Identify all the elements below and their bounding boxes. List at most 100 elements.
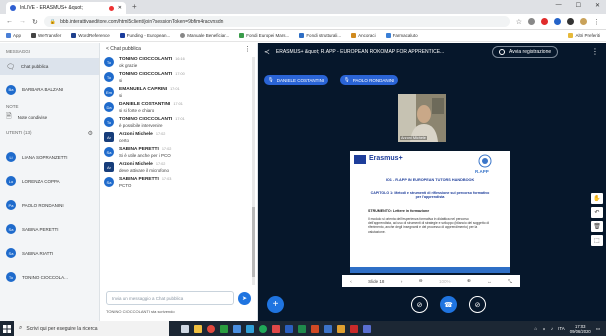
app-icon[interactable] [233,324,241,333]
start-button[interactable] [0,321,14,336]
delete-annotations-icon[interactable]: 🗑 [591,221,603,232]
back-icon[interactable]: ← [6,18,13,25]
volume-icon[interactable]: ♪ [551,326,553,331]
user-list-item[interactable]: Pa PAOLO RONDANINI [0,193,99,217]
hand-tool-icon[interactable]: ✋ [591,193,603,204]
notifications-icon[interactable]: ▭ [596,326,600,332]
scrollbar-thumb[interactable] [252,207,255,277]
user-list-item[interactable]: Sa SABINA PERETTI [0,217,99,241]
message-text: si [119,78,123,83]
app-icon[interactable] [259,324,267,333]
reload-icon[interactable]: ↻ [32,18,38,26]
user-list-item[interactable]: Sa SABINA RIATTI [0,241,99,265]
network-icon[interactable]: ⌅ [542,326,546,332]
clock[interactable]: 17:03 09/06/2020 [570,324,591,334]
people-icon[interactable]: ⌂ [534,326,537,331]
bookmark-item[interactable]: Manuale Beneficiar... [180,33,229,38]
next-slide-icon[interactable]: › [401,279,403,284]
leave-audio-button[interactable]: ☎ [440,296,457,313]
bookmark-item[interactable]: Ancoraci [351,33,376,38]
message-time: 17:03 [161,177,172,181]
chrome-icon[interactable] [207,324,215,333]
forward-icon[interactable]: → [19,18,26,25]
language-indicator[interactable]: ITA [558,326,565,331]
message-text: PCTO [119,183,132,188]
shared-notes-item[interactable]: 🗎 Note condivise [0,109,99,126]
previous-slide-icon[interactable]: ‹ [350,279,352,284]
message-text: Si è utile anche per i PCO [119,153,171,158]
public-chat-item[interactable]: 🗨 Chat pubblica [0,58,99,75]
extension-shield-icon[interactable] [528,18,535,25]
app-icon[interactable] [363,324,371,333]
fit-width-icon[interactable]: ↔ [487,279,492,284]
file-explorer-icon[interactable] [194,324,202,333]
users-toggle-icon[interactable]: ≺ [264,48,270,56]
app-icon[interactable] [337,324,345,333]
fullscreen-icon[interactable]: ⤡ [508,279,512,284]
message-time: 17:02 [155,162,166,166]
share-webcam-button[interactable]: ⊘ [469,296,486,313]
bookmark-star-icon[interactable]: ☆ [516,18,522,26]
send-message-button[interactable]: ➤ [238,292,251,305]
task-view-icon[interactable] [181,324,189,333]
bookmark-item[interactable]: Fondi Europei Mars... [239,33,289,38]
minimize-icon[interactable]: — [556,2,562,9]
message-author: Arzoni Michele [119,132,153,137]
app-icon[interactable] [246,324,254,333]
more-options-icon[interactable]: ⋮ [591,47,599,56]
acrobat-icon[interactable] [350,324,358,333]
close-window-icon[interactable]: ✕ [595,2,600,9]
undo-icon[interactable]: ↶ [591,207,603,218]
zoom-in-icon[interactable]: ⊕ [467,278,471,284]
microphone-icon: 🎙 [268,77,274,82]
browser-tab[interactable]: InLIVE - ERASMUS+ &quot; ✕ [6,2,126,14]
slide-body: Il modulo si orienta dell'esperienza for… [368,217,490,234]
webcam-video[interactable]: Arzoni Michele [398,94,446,142]
user-list-item[interactable]: Li LIANA SOPRANZETTI [0,145,99,169]
settings-gear-icon[interactable]: ⚙ [88,130,93,137]
multi-user-whiteboard-icon[interactable]: ⬚ [591,235,603,246]
url-field[interactable]: 🔒 bbb.interattivaeditore.com/html5client… [43,16,510,27]
actions-plus-button[interactable]: + [267,296,284,313]
app-icon[interactable] [272,324,280,333]
profile-avatar-icon[interactable] [580,18,587,25]
chat-message-input[interactable]: Invia un messaggio a Chat pubblica [106,291,234,305]
menu-dots-icon[interactable]: ⋮ [593,18,600,26]
chat-scrollbar[interactable] [252,57,255,285]
close-tab-icon[interactable]: ✕ [118,5,122,11]
chat-options-icon[interactable]: ⋮ [244,45,251,53]
excel-icon[interactable] [298,324,306,333]
extension-red-icon[interactable] [541,18,548,25]
start-recording-button[interactable]: Avvia registrazione [492,46,559,58]
app-icon[interactable] [324,324,332,333]
bookmark-item[interactable]: App [6,33,21,38]
extension-dark-icon[interactable] [567,18,574,25]
bookmark-item[interactable]: Fondi strutturali... [299,33,341,38]
bookmark-item[interactable]: Farmacaluto [385,33,418,38]
bookmark-item[interactable]: Funding - European... [119,33,170,38]
chat-back-button[interactable]: < Chat pubblica [106,46,141,52]
user-list-item[interactable]: To TONINO CIOCCOLA... [0,265,99,289]
slide-selector[interactable]: Slide 18 [368,279,384,284]
user-list-item[interactable]: Lo LORENZA COPPA [0,169,99,193]
message-author: TONINO CIOCCOLANTI [119,57,173,62]
bookmark-item[interactable]: WordReference [71,33,110,38]
avatar: Sa [104,177,114,187]
site-favicon-icon [10,5,16,11]
mute-microphone-button[interactable]: ⊘ [411,296,428,313]
slide-controls: ‹ Slide 18 › ⊖ 100% ⊕ ↔ ⤡ [342,275,520,287]
powerpoint-icon[interactable] [311,324,319,333]
other-bookmarks[interactable]: Altri Preferiti [568,33,600,38]
maximize-icon[interactable]: ☐ [576,2,581,9]
bookmark-item[interactable]: WeTransfer [31,33,61,38]
app-icon[interactable] [220,324,228,333]
avatar: To [104,72,114,82]
word-icon[interactable] [285,324,293,333]
taskbar-search-box[interactable]: ⌕ Scrivi qui per eseguire la ricerca [14,321,169,336]
slide-heading: IO1 - R.APP IN EUROPEAN TUTORS HANDBOOK [385,178,475,182]
zoom-out-icon[interactable]: ⊖ [419,278,423,284]
new-tab-button[interactable]: + [132,2,137,11]
video-camera-icon: ⊘ [474,301,481,309]
extension-blue-icon[interactable] [554,18,561,25]
private-chat-item[interactable]: Ba BARBARA BALZANI [0,81,99,98]
